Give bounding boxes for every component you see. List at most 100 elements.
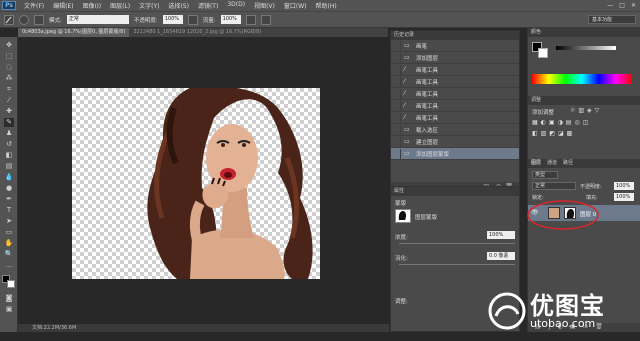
opacity-field[interactable]: 100%: [162, 15, 183, 24]
close-icon[interactable]: ✕: [631, 2, 636, 9]
layer-opacity-field[interactable]: 100%: [614, 182, 634, 190]
document-canvas[interactable]: [72, 88, 320, 279]
history-source-checkbox[interactable]: [391, 88, 401, 99]
tab-channels[interactable]: 通道: [547, 159, 557, 168]
fill-field[interactable]: 100%: [614, 193, 634, 201]
menu-bar: Ps 文件(F) 编辑(E) 图像(I) 图层(L) 文字(Y) 选择(S) 滤镜(T) 3D…: [0, 0, 640, 11]
history-source-checkbox[interactable]: [391, 40, 401, 51]
feather-slider[interactable]: [399, 264, 515, 265]
feather-label: 羽化:: [395, 256, 408, 262]
adjustments-panel-tab[interactable]: 调整: [528, 96, 640, 105]
layer-kind-filter[interactable]: 类型: [532, 171, 558, 179]
dodge-tool-icon[interactable]: ●: [4, 184, 14, 193]
screen-mode-icon[interactable]: ▣: [4, 305, 14, 314]
menu-item[interactable]: 帮助(H): [316, 1, 337, 10]
history-item-label: 添加图层蒙版: [416, 151, 450, 158]
flow-field[interactable]: 100%: [220, 15, 241, 24]
brush-tool-icon[interactable]: ✎: [4, 118, 14, 127]
crop-tool-icon[interactable]: ⌗: [4, 85, 14, 94]
stamp-tool-icon[interactable]: ♟: [4, 129, 14, 138]
zoom-tool-icon[interactable]: 🔍: [4, 250, 14, 259]
history-item[interactable]: ▭ 添加图层: [391, 52, 519, 64]
document-icon: ▭: [404, 54, 410, 61]
type-tool-icon[interactable]: T: [4, 206, 14, 215]
pressure-size-icon[interactable]: [260, 14, 271, 25]
eraser-tool-icon[interactable]: ◧: [4, 151, 14, 160]
tab-document-1[interactable]: 0c4803a.jpeg @ 16.7%(图层0, 图层蒙版/8): [18, 28, 130, 37]
menu-item[interactable]: 编辑(E): [53, 1, 73, 10]
status-bar: 文档:22.2M/36.6M: [18, 324, 389, 332]
move-tool-icon[interactable]: ✥: [4, 41, 14, 50]
history-source-checkbox[interactable]: [391, 52, 401, 63]
pressure-opacity-icon[interactable]: [187, 14, 198, 25]
menu-item[interactable]: 窗口(W): [284, 1, 307, 10]
tab-document-2[interactable]: 3212480 1_1654819 12020_2.jpg @ 16.7%(RG…: [129, 28, 265, 37]
lasso-tool-icon[interactable]: ◌: [4, 63, 14, 72]
menu-item[interactable]: 3D(D): [227, 1, 245, 10]
history-item[interactable]: ⁄ 画笔工具: [391, 112, 519, 124]
menu-item[interactable]: 文件(F): [24, 1, 44, 10]
history-item[interactable]: ▭ 建立图层: [391, 136, 519, 148]
layer-opacity-label: 不透明度:: [580, 184, 602, 190]
quick-select-tool-icon[interactable]: ⁂: [4, 74, 14, 83]
menu-item[interactable]: 图层(L): [110, 1, 130, 10]
more-tools-icon[interactable]: …: [4, 261, 14, 270]
history-brush-tool-icon[interactable]: ↺: [4, 140, 14, 149]
history-item-label: 建立图层: [416, 139, 439, 146]
history-source-checkbox[interactable]: [391, 136, 401, 147]
history-source-checkbox[interactable]: [391, 124, 401, 135]
healing-tool-icon[interactable]: ✚: [4, 107, 14, 116]
history-item[interactable]: ⁄ 画笔工具: [391, 76, 519, 88]
history-source-checkbox[interactable]: [391, 112, 401, 123]
history-source-checkbox[interactable]: [391, 64, 401, 75]
toggle-brush-panel-icon[interactable]: [34, 14, 44, 25]
brush-preset-icon[interactable]: [4, 14, 14, 25]
marquee-tool-icon[interactable]: ⬚: [4, 52, 14, 61]
color-spectrum[interactable]: [532, 74, 632, 84]
history-source-checkbox[interactable]: [391, 100, 401, 111]
tab-layers[interactable]: 图层: [531, 159, 541, 168]
color-panel-tab[interactable]: 颜色: [528, 28, 640, 37]
mask-thumbnail[interactable]: [395, 209, 411, 223]
eyedropper-tool-icon[interactable]: ⁄: [4, 96, 14, 105]
menu-item[interactable]: 文字(Y): [139, 1, 159, 10]
brush-icon: ⁄: [404, 78, 406, 85]
quick-mask-icon[interactable]: ◙: [4, 294, 14, 303]
history-item[interactable]: ▭ 载入选区: [391, 124, 519, 136]
history-item[interactable]: ▭ 添加图层蒙版: [391, 148, 519, 160]
density-field[interactable]: 100%: [487, 231, 515, 239]
adjustment-icons-row3[interactable]: ◧▨◩◪▩: [532, 130, 575, 137]
menu-item[interactable]: 滤镜(T): [198, 1, 218, 10]
feather-field[interactable]: 0.0 像素: [487, 252, 515, 260]
blend-mode-select[interactable]: 正常: [532, 182, 576, 190]
blur-tool-icon[interactable]: 💧: [4, 173, 14, 182]
color-background-swatch[interactable]: [538, 48, 548, 58]
density-slider[interactable]: [399, 243, 515, 244]
history-item[interactable]: ⁄ 画笔工具: [391, 100, 519, 112]
adjustment-icons-row1[interactable]: ☼▥◈▽: [570, 107, 602, 114]
history-source-checkbox[interactable]: [391, 76, 401, 87]
menu-item[interactable]: 图像(I): [83, 1, 101, 10]
history-list: ▭ 画笔 ▭ 添加图层 ⁄ 画笔工具 ⁄ 画笔工具 ⁄ 画笔工具 ⁄ 画笔工具 ⁄ 画笔工具 ▭ 载入选区 ▭ 建…: [391, 40, 519, 160]
gradient-tool-icon[interactable]: ▤: [4, 162, 14, 171]
maximize-icon[interactable]: □: [619, 2, 625, 9]
path-select-tool-icon[interactable]: ➤: [4, 217, 14, 226]
background-color-swatch[interactable]: [7, 280, 15, 288]
history-source-checkbox[interactable]: [391, 148, 401, 159]
workspace-select[interactable]: 基本功能: [588, 15, 636, 24]
mode-select[interactable]: 正常: [66, 15, 129, 24]
menu-item[interactable]: 选择(S): [168, 1, 189, 10]
menu-item[interactable]: 视图(V): [254, 1, 275, 10]
history-item[interactable]: ⁄ 画笔工具: [391, 88, 519, 100]
adjustment-icons-row2[interactable]: ▦◐▣◑▤◎◫: [532, 119, 591, 126]
pen-tool-icon[interactable]: ✒: [4, 195, 14, 204]
tab-paths[interactable]: 路径: [563, 159, 573, 168]
color-slider[interactable]: [556, 46, 616, 50]
history-item[interactable]: ▭ 画笔: [391, 40, 519, 52]
shape-tool-icon[interactable]: ▭: [4, 228, 14, 237]
history-item[interactable]: ⁄ 画笔工具: [391, 64, 519, 76]
minimize-icon[interactable]: —: [607, 2, 613, 9]
hand-tool-icon[interactable]: ✋: [4, 239, 14, 248]
airbrush-icon[interactable]: [245, 14, 256, 25]
brush-size-icon[interactable]: [19, 14, 29, 25]
